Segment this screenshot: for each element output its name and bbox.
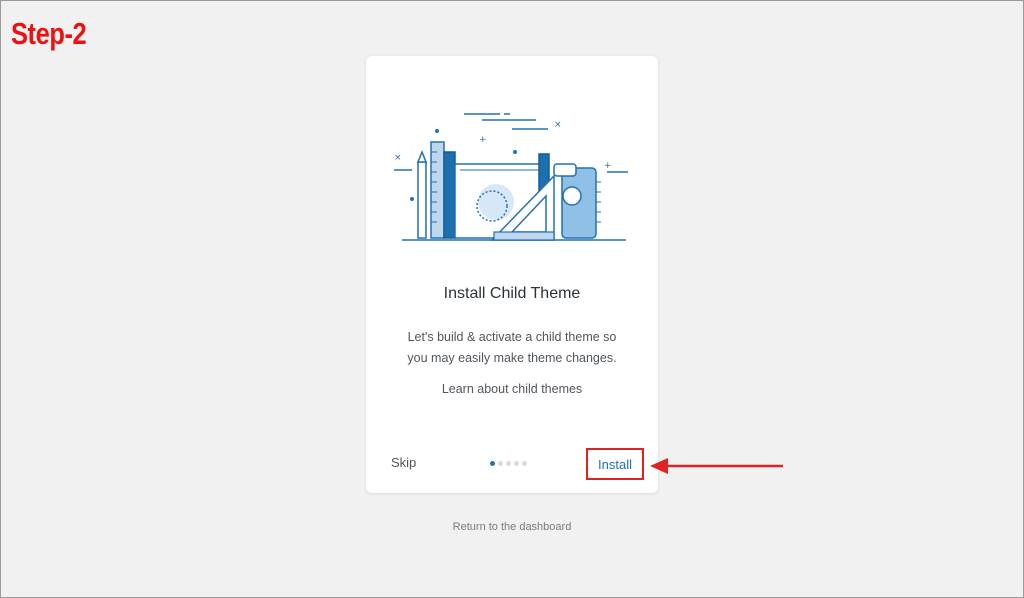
skip-button[interactable]: Skip: [391, 455, 416, 470]
svg-text:×: ×: [394, 153, 402, 163]
step-dot: [522, 461, 527, 466]
svg-text:+: +: [604, 161, 612, 171]
wizard-description: Let's build & activate a child theme so …: [407, 330, 617, 365]
wizard-title: Install Child Theme: [443, 285, 581, 302]
step-dot: [498, 461, 503, 466]
return-to-dashboard-link[interactable]: Return to the dashboard: [0, 521, 1024, 533]
annotation-arrow-icon: [650, 458, 783, 474]
step-dot-current: [490, 461, 495, 466]
wizard-card: × × + + Install Child Theme Let's build …: [366, 56, 658, 493]
learn-about-child-themes-link[interactable]: Learn about child themes: [366, 382, 658, 396]
step-dot: [514, 461, 519, 466]
install-button[interactable]: Install: [586, 448, 644, 480]
books-and-ruler-illustration: × × + +: [394, 113, 628, 241]
svg-text:×: ×: [554, 120, 562, 130]
step-indicator: [490, 461, 527, 466]
step-dot: [506, 461, 511, 466]
svg-text:+: +: [479, 135, 487, 145]
install-button-label: Install: [598, 456, 632, 472]
step-annotation-label: Step-2: [11, 16, 87, 51]
